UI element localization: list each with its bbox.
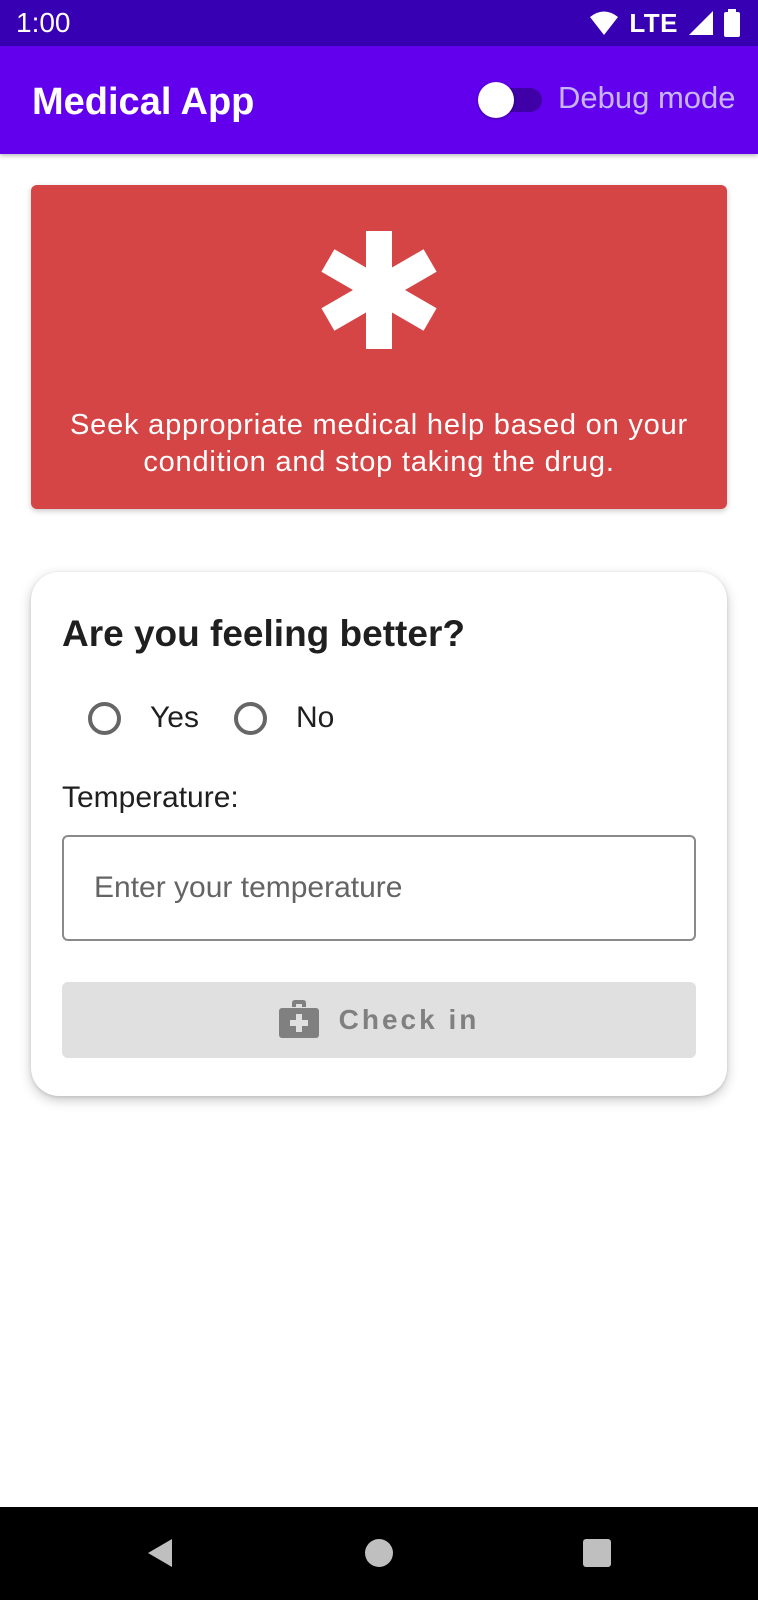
recents-icon[interactable] xyxy=(573,1529,621,1577)
debug-mode-switch[interactable] xyxy=(478,82,546,118)
asterisk-medical-icon xyxy=(321,231,437,349)
navigation-bar xyxy=(0,1507,758,1600)
radio-yes[interactable]: Yes xyxy=(88,696,199,740)
network-type: LTE xyxy=(629,8,678,38)
radio-yes-circle[interactable] xyxy=(88,701,121,735)
cell-signal-icon xyxy=(688,10,714,36)
app-title: Medical App xyxy=(32,81,255,123)
status-time: 1:00 xyxy=(16,7,71,38)
app-bar: Medical App Debug mode xyxy=(0,46,758,154)
debug-mode-label: Debug mode xyxy=(558,80,736,115)
check-in-label: Check in xyxy=(338,1004,480,1035)
feeling-better-question: Are you feeling better? xyxy=(62,613,465,654)
battery-icon xyxy=(724,9,740,37)
radio-yes-label: Yes xyxy=(150,701,199,734)
switch-thumb xyxy=(478,82,514,118)
status-icons: LTE xyxy=(589,8,740,38)
checkin-card: Are you feeling better? Yes No Temperatu… xyxy=(31,572,727,1096)
medical-bag-icon xyxy=(278,999,319,1041)
back-icon[interactable] xyxy=(134,1529,182,1577)
radio-no-circle[interactable] xyxy=(234,701,267,735)
warning-banner: Seek appropriate medical help based on y… xyxy=(31,185,727,509)
status-bar: 1:00 LTE xyxy=(0,0,758,46)
temperature-label: Temperature: xyxy=(62,781,239,814)
home-icon[interactable] xyxy=(355,1529,403,1577)
radio-no[interactable]: No xyxy=(234,696,334,740)
radio-no-label: No xyxy=(296,701,335,734)
check-in-button[interactable]: Check in xyxy=(62,982,696,1058)
temperature-input[interactable] xyxy=(62,835,696,941)
warning-message: Seek appropriate medical help based on y… xyxy=(70,409,688,478)
wifi-icon xyxy=(589,10,619,36)
